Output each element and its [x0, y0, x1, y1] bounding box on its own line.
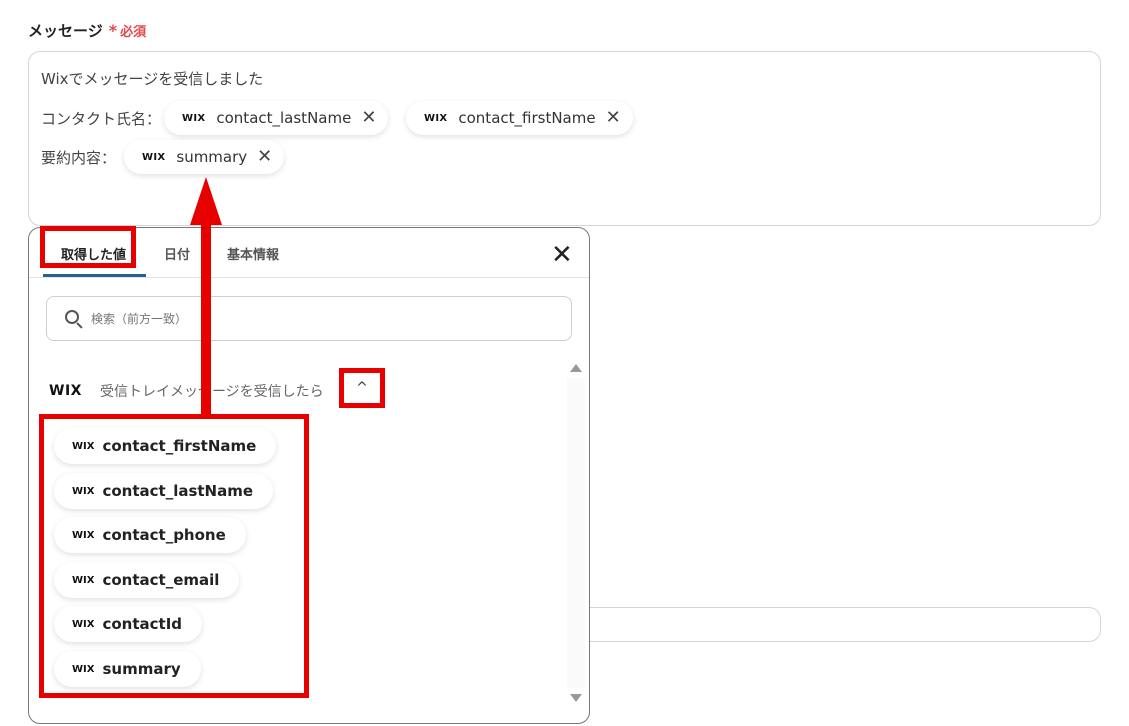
scrollbar-track[interactable] [567, 378, 585, 688]
variable-picker-popup: 取得した値 日付 基本情報 ✕ WIX 受信トレイメッセージを受信したら ^ W… [28, 227, 590, 724]
wix-logo: WIX [49, 383, 82, 399]
message-editor[interactable]: Wixでメッセージを受信しました コンタクト氏名： 要約内容： WIX cont… [28, 51, 1101, 226]
message-line-3-label: 要約内容： [41, 149, 117, 167]
chevron-up-icon: ^ [356, 380, 368, 396]
required-star: * [108, 21, 118, 40]
highlight-frame-tab [40, 226, 136, 268]
chip-contact-lastname[interactable]: WIX contact_lastName ✕ [164, 101, 389, 135]
active-tab-underline [43, 274, 146, 277]
chip-label: contact_lastName [216, 109, 352, 127]
highlight-frame-items [39, 414, 309, 698]
search-input[interactable] [91, 311, 511, 326]
wix-logo: WIX [424, 112, 448, 124]
scroll-down-icon[interactable] [570, 694, 582, 702]
close-icon[interactable]: ✕ [551, 242, 573, 268]
wix-logo: WIX [182, 112, 206, 124]
close-icon[interactable]: ✕ [606, 109, 621, 127]
field-label: メッセージ * 必須 [28, 20, 146, 41]
chip-label: summary [176, 148, 248, 166]
close-icon[interactable]: ✕ [257, 148, 272, 166]
group-title: 受信トレイメッセージを受信したら [99, 384, 324, 400]
group-header[interactable]: WIX 受信トレイメッセージを受信したら [49, 381, 324, 401]
background-input-field[interactable] [570, 607, 1101, 642]
search-box[interactable] [46, 296, 572, 341]
tab-basic-info[interactable]: 基本情報 [227, 244, 279, 263]
message-line-2-label: コンタクト氏名： [41, 110, 162, 128]
message-line-1: Wixでメッセージを受信しました [41, 70, 264, 88]
required-text: 必須 [120, 25, 147, 40]
scroll-up-icon[interactable] [570, 364, 582, 372]
close-icon[interactable]: ✕ [361, 109, 376, 127]
tab-date[interactable]: 日付 [164, 244, 190, 263]
chip-summary[interactable]: WIX summary ✕ [124, 140, 285, 174]
search-icon [65, 309, 83, 329]
chip-contact-firstname[interactable]: WIX contact_firstName ✕ [406, 101, 633, 135]
wix-logo: WIX [142, 151, 166, 163]
field-label-text: メッセージ [28, 22, 103, 40]
group-collapse-button[interactable]: ^ [339, 368, 385, 408]
chip-label: contact_firstName [458, 109, 596, 127]
